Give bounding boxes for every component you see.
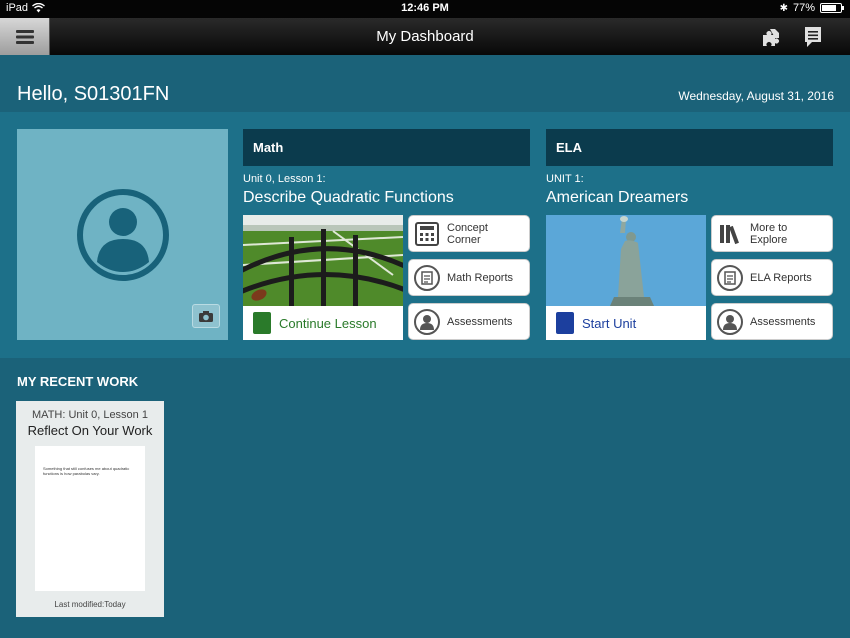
puzzle-icon [763,29,779,46]
math-reports-label: Math Reports [447,271,514,284]
ela-assessments-button[interactable]: Assessments [711,303,833,340]
math-unit-title: Describe Quadratic Functions [243,189,454,206]
bluetooth-icon: ✱ [779,2,788,14]
report-icon [717,264,743,291]
battery-icon [820,3,844,13]
ela-reports-label: ELA Reports [750,271,812,284]
ela-unit-title: American Dreamers [546,189,689,206]
camera-icon [199,311,213,322]
status-bar: iPad 12:46 PM ✱ 77% [0,0,850,18]
work-card-title: Reflect On Your Work [27,423,153,438]
math-assessments-button[interactable]: Assessments [408,303,530,340]
current-date: Wednesday, August 31, 2016 [678,89,834,103]
more-to-explore-button[interactable]: More to Explore [711,215,833,252]
person-icon [414,308,440,335]
start-unit-label: Start Unit [582,315,637,331]
ela-reports-button[interactable]: ELA Reports [711,259,833,296]
math-reports-button[interactable]: Math Reports [408,259,530,296]
notes-icon [805,27,821,47]
work-card-preview-text: Something that still confuses me about q… [43,466,130,476]
puzzle-button[interactable] [760,26,782,48]
person-icon [717,308,743,335]
concept-corner-button[interactable]: Concept Corner [408,215,530,252]
ela-assessments-label: Assessments [750,315,816,328]
continue-lesson-label: Continue Lesson [279,315,377,331]
math-header: Math [243,129,530,166]
calculator-icon [414,221,440,247]
greeting: Hello, S01301FN [17,83,170,105]
math-hero-image [243,215,403,306]
start-unit-button[interactable]: Start Unit [546,306,706,340]
camera-button[interactable] [192,304,220,328]
battery-percent: 77% [792,2,815,14]
book-icon [253,312,271,334]
math-unit-label: Unit 0, Lesson 1: [243,173,326,185]
notes-button[interactable] [803,26,825,48]
ela-hero-image [546,215,706,306]
ela-header: ELA [546,129,833,166]
library-icon [717,221,743,247]
concept-corner-label: Concept Corner [447,221,488,246]
recent-work-title: MY RECENT WORK [17,374,139,389]
page-title: My Dashboard [376,28,474,45]
nav-bar: My Dashboard [0,18,850,55]
continue-lesson-button[interactable]: Continue Lesson [243,306,403,340]
work-card-preview: Something that still confuses me about q… [35,446,145,591]
status-time: 12:46 PM [401,2,449,14]
math-assessments-label: Assessments [447,315,513,328]
work-card-subtitle: MATH: Unit 0, Lesson 1 [32,409,148,421]
battery-fill [822,5,836,11]
book-icon [556,312,574,334]
recent-work-card[interactable]: MATH: Unit 0, Lesson 1 Reflect On Your W… [16,401,164,617]
more-to-explore-label: More to Explore [750,221,788,246]
statue-of-liberty-image [546,215,706,306]
ela-unit-label: UNIT 1: [546,173,584,185]
football-field-image [243,215,403,306]
work-card-modified: Last modified:Today [54,600,126,609]
report-icon [414,264,440,291]
